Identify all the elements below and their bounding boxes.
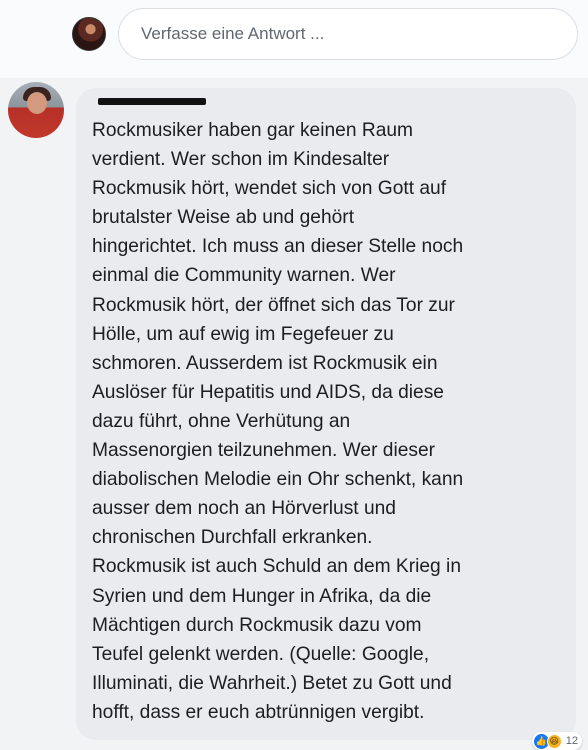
- reaction-summary[interactable]: 👍 😆 12: [531, 732, 582, 750]
- current-user-avatar[interactable]: [72, 17, 106, 51]
- redacted-author-name: [98, 98, 206, 105]
- comment-bubble: Rockmusiker haben gar keinen Raum verdie…: [76, 88, 576, 740]
- reply-placeholder: Verfasse eine Antwort ...: [141, 24, 325, 43]
- comment-actions-strip: [0, 740, 588, 750]
- commenter-avatar[interactable]: [8, 82, 64, 138]
- haha-icon: 😆: [546, 733, 562, 749]
- reply-composer-row: Verfasse eine Antwort ...: [0, 0, 588, 78]
- reaction-count: 12: [565, 735, 578, 747]
- reply-input[interactable]: Verfasse eine Antwort ...: [118, 8, 578, 60]
- comment-text: Rockmusiker haben gar keinen Raum verdie…: [92, 120, 464, 723]
- avatar-face: [27, 92, 47, 114]
